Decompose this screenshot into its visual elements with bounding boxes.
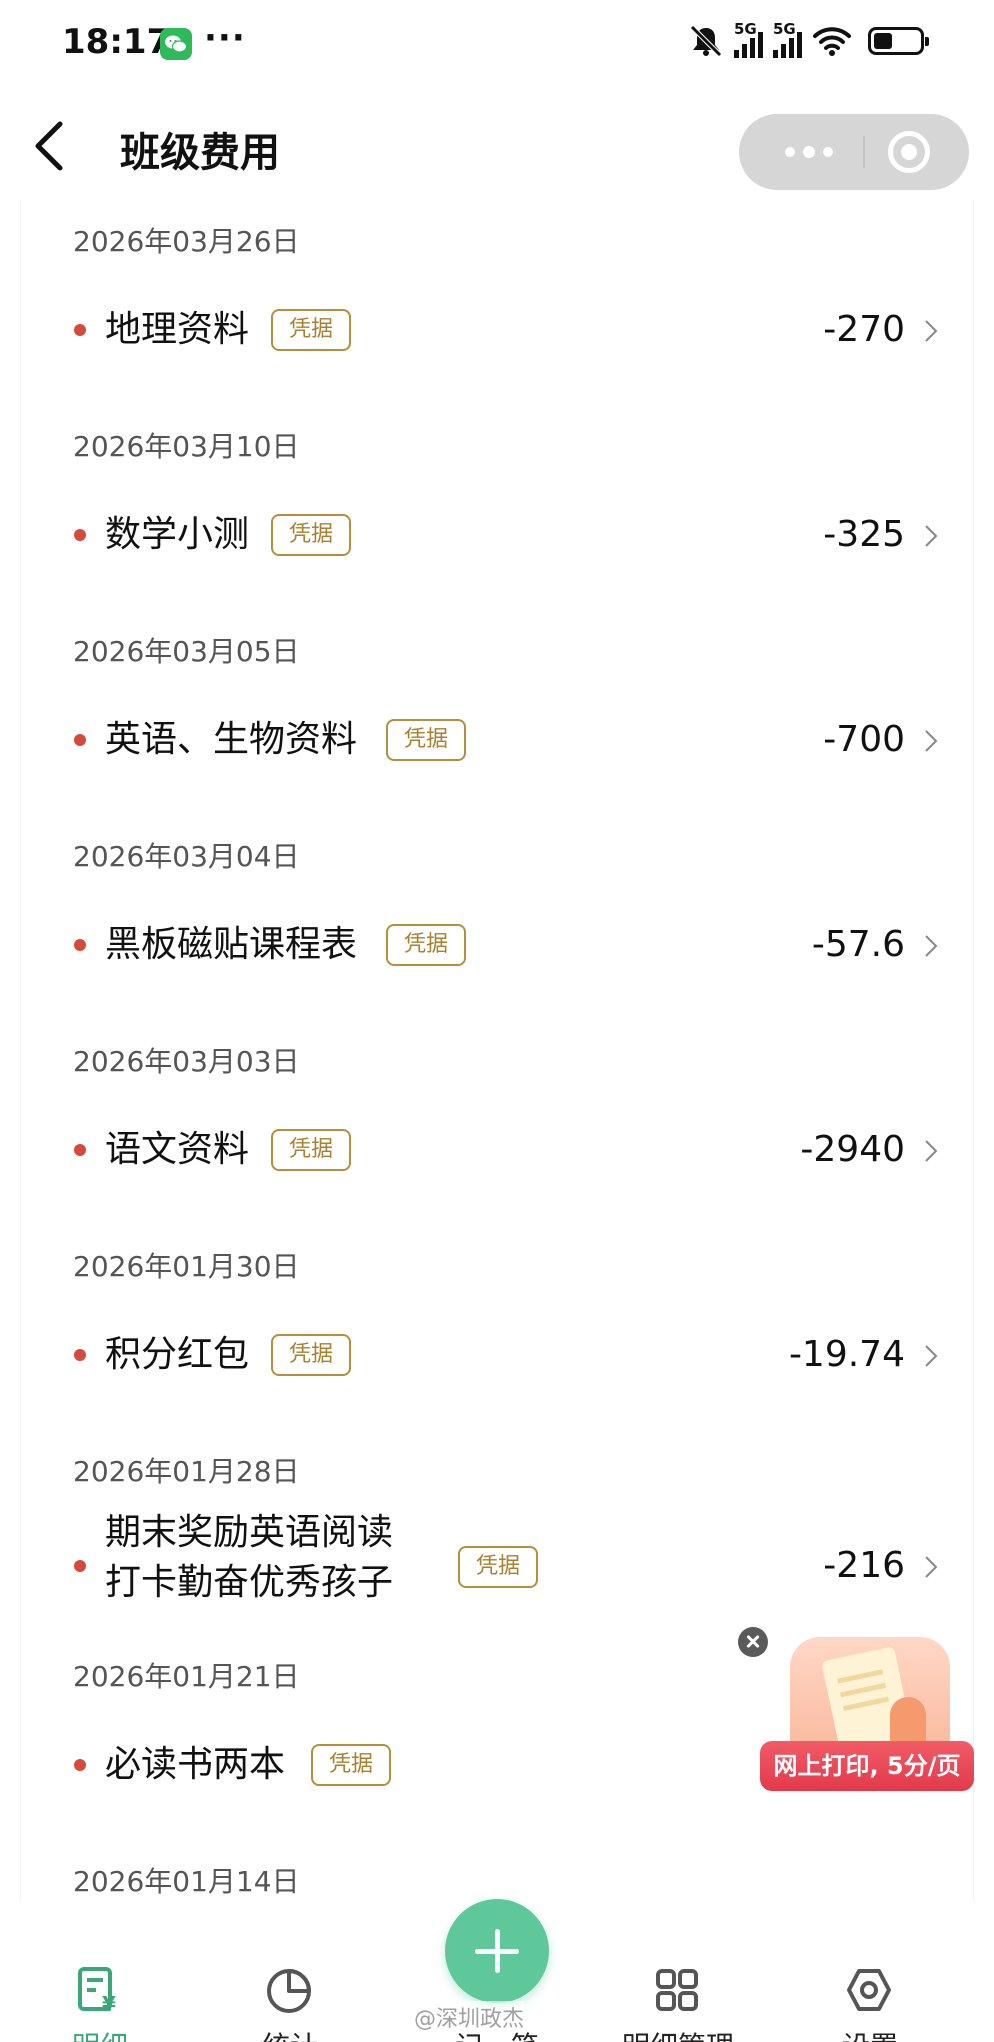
page-title: 班级费用 [120,130,280,176]
list-item[interactable]: 数学小测 凭据 -325 [21,485,975,585]
network-type-1: 5G [734,20,757,38]
date-header: 2026年01月28日 [73,1455,300,1488]
receipt-badge[interactable]: 凭据 [271,1129,351,1171]
receipt-badge[interactable]: 凭据 [386,924,466,966]
date-header: 2026年01月30日 [73,1250,300,1283]
tab-label: 明细 [10,2025,190,2042]
wifi-icon [813,27,851,56]
item-amount: -216 [823,1545,905,1586]
list-item[interactable]: 语文资料 凭据 -2940 [21,1100,975,1200]
print-ad-banner[interactable]: 网上打印, 5分/页 [760,1637,975,1797]
chevron-right-icon [925,1345,938,1367]
network-type-2: 5G [773,20,796,38]
pie-chart-icon [267,1969,311,2013]
list-item[interactable]: 积分红包 凭据 -19.74 [21,1305,975,1405]
list-item[interactable]: 英语、生物资料 凭据 -700 [21,690,975,790]
chevron-right-icon [925,320,938,342]
tab-detail-management[interactable]: 明细管理 [588,1905,768,2042]
date-header: 2026年03月04日 [73,840,300,873]
item-name: 英语、生物资料 [105,719,358,760]
tab-statistics[interactable]: 统计 [200,1905,380,2042]
expense-dot [74,1144,86,1156]
item-name: 必读书两本 [105,1744,286,1785]
list-item[interactable]: 地理资料 凭据 -270 [21,280,975,380]
expense-dot [74,1759,86,1771]
item-amount: -700 [823,719,905,760]
more-icon[interactable] [769,134,849,170]
bottom-tab-bar: ¥ 明细 统计 记一笔 明细管理 设置 @深圳政杰 [0,1899,994,2042]
expense-dot [74,1560,86,1572]
watermark: @深圳政杰 [414,2001,525,2033]
chevron-right-icon [925,1556,938,1578]
receipt-badge[interactable]: 凭据 [458,1546,538,1588]
date-header: 2026年01月14日 [73,1865,300,1898]
tab-details[interactable]: ¥ 明细 [10,1905,190,2042]
item-name: 黑板磁贴课程表 [105,924,358,965]
signal-icon: 5G [734,20,763,58]
miniprogram-capsule [739,114,969,190]
tab-label: 明细管理 [588,2025,768,2042]
date-header: 2026年01月21日 [73,1660,300,1693]
close-target-icon[interactable] [888,131,930,173]
expense-dot [74,529,86,541]
grid-icon [656,1969,698,2011]
chevron-right-icon [925,935,938,957]
tab-label: 统计 [200,2025,380,2042]
item-amount: -2940 [800,1129,905,1170]
title-bar: 班级费用 [0,92,994,202]
item-name: 数学小测 [105,514,250,555]
add-record-button[interactable] [445,1899,549,2003]
signal-icon: 5G [773,20,802,58]
status-more-dots: ··· [204,18,246,58]
date-header: 2026年03月26日 [73,225,300,258]
expense-dot [74,324,86,336]
date-header: 2026年03月05日 [73,635,300,668]
item-name: 积分红包 [105,1334,250,1375]
silent-icon [690,25,722,57]
chevron-right-icon [925,730,938,752]
chevron-right-icon [925,525,938,547]
chevron-right-icon [925,1140,938,1162]
status-bar: 18:17 ··· 5G 5G [0,0,994,90]
battery-icon [868,27,929,55]
settings-icon [847,1969,891,2011]
ad-label: 网上打印, 5分/页 [760,1741,974,1791]
receipt-badge[interactable]: 凭据 [271,309,351,351]
list-item[interactable]: 期末奖励英语阅读 打卡勤奋优秀孩子 凭据 -216 [21,1500,975,1620]
receipt-badge[interactable]: 凭据 [271,514,351,556]
item-name: 语文资料 [105,1129,250,1170]
item-amount: -270 [823,309,905,350]
svg-text:¥: ¥ [102,1992,116,2015]
item-amount: -325 [823,514,905,555]
item-amount: -19.74 [788,1334,905,1375]
date-header: 2026年03月10日 [73,430,300,463]
tab-settings[interactable]: 设置 [780,1905,960,2042]
item-name-line-1: 期末奖励英语阅读 [105,1512,394,1553]
receipt-badge[interactable]: 凭据 [386,719,466,761]
wechat-icon [160,28,192,60]
capsule-divider [863,136,865,168]
back-icon[interactable] [30,116,80,176]
expense-dot [74,939,86,951]
status-icons: 5G 5G [688,20,929,58]
list-item[interactable]: 黑板磁贴课程表 凭据 -57.6 [21,895,975,995]
tab-label: 设置 [780,2025,960,2042]
date-header: 2026年03月03日 [73,1045,300,1078]
item-name-line-2: 打卡勤奋优秀孩子 [105,1562,394,1603]
ledger-icon: ¥ [78,1967,116,2015]
status-time: 18:17 [62,22,171,62]
item-amount: -57.6 [811,924,905,965]
expense-dot [74,1349,86,1361]
expense-dot [74,734,86,746]
receipt-badge[interactable]: 凭据 [271,1334,351,1376]
receipt-badge[interactable]: 凭据 [311,1744,391,1786]
item-name: 地理资料 [105,309,250,350]
